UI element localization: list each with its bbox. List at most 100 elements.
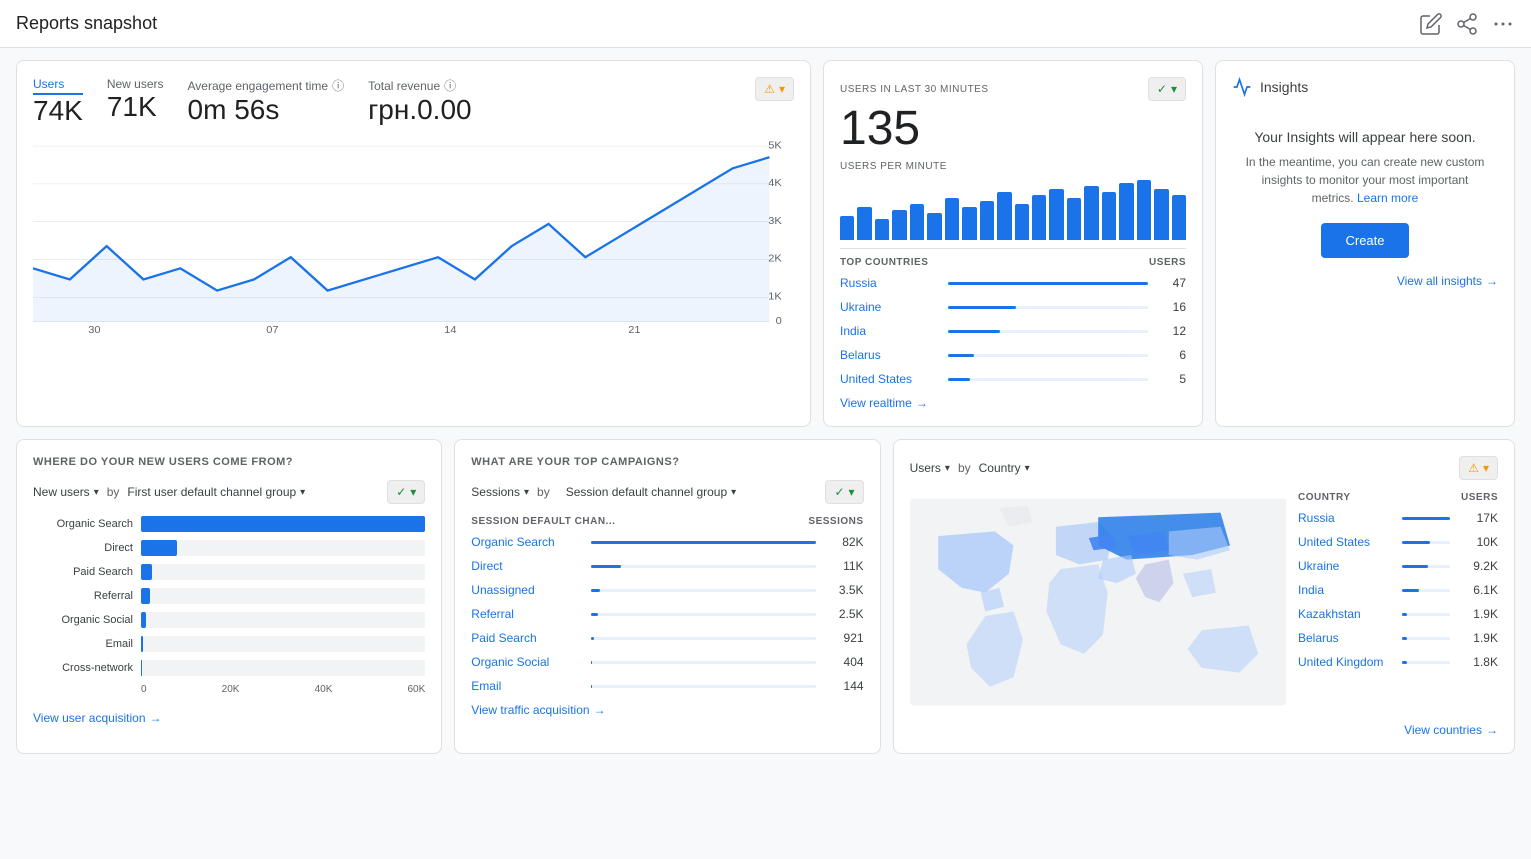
realtime-status-btn[interactable]: ✓ ▾ xyxy=(1148,77,1186,101)
dropdown-arrow-4: ▾ xyxy=(1483,461,1489,475)
session-referral-label[interactable]: Referral xyxy=(471,607,583,621)
india-bar-bg xyxy=(948,330,1148,333)
bar-6 xyxy=(927,213,941,240)
email-label: Email xyxy=(33,638,133,650)
country-group-filter[interactable]: Country ▾ xyxy=(979,461,1030,475)
dropdown-arrow: ▾ xyxy=(779,82,785,96)
line-chart-svg: 5K 4K 3K 2K 1K 0 xyxy=(33,135,794,335)
main-content: Users 74K New users 71K Average engageme… xyxy=(0,48,1531,766)
cl-india[interactable]: India xyxy=(1298,583,1394,597)
svg-text:2K: 2K xyxy=(768,253,781,264)
s-unassigned-value: 3.5K xyxy=(824,583,864,597)
view-realtime-link[interactable]: View realtime → xyxy=(840,396,1186,410)
users-chevron-icon: ▾ xyxy=(945,463,950,474)
realtime-header: USERS IN LAST 30 MINUTES ✓ ▾ xyxy=(840,77,1186,101)
sessions-filter[interactable]: Sessions ▾ xyxy=(471,485,529,499)
country-india[interactable]: India xyxy=(840,324,940,338)
channel-group-filter[interactable]: First user default channel group ▾ xyxy=(127,485,305,499)
paid-search-fill xyxy=(141,564,152,580)
create-button[interactable]: Create xyxy=(1321,223,1408,258)
insights-title: Insights xyxy=(1260,79,1308,95)
country-row-us: United States 5 xyxy=(840,372,1186,386)
country-russia[interactable]: Russia xyxy=(840,276,940,290)
cl-row-uk: United Kingdom 1.8K xyxy=(1298,655,1498,669)
campaigns-status-btn[interactable]: ✓ ▾ xyxy=(825,480,863,504)
referral-track xyxy=(141,588,425,604)
bottom-row: WHERE DO YOUR NEW USERS COME FROM? New u… xyxy=(16,439,1515,754)
session-paid-search: Paid Search 921 xyxy=(471,631,863,645)
engagement-label[interactable]: Average engagement time ⓘ xyxy=(188,77,345,94)
cl-russia[interactable]: Russia xyxy=(1298,511,1394,525)
bar-cross-network: Cross-network xyxy=(33,660,425,676)
organic-social-track xyxy=(141,612,425,628)
world-map-svg xyxy=(910,492,1286,712)
acquisition-status-btn[interactable]: ✓ ▾ xyxy=(387,480,425,504)
session-email: Email 144 xyxy=(471,679,863,693)
session-direct: Direct 11K xyxy=(471,559,863,573)
view-countries-link[interactable]: View countries → xyxy=(910,723,1498,737)
new-users-value: 71K xyxy=(107,91,164,123)
more-icon[interactable] xyxy=(1491,12,1515,36)
check-icon-2: ✓ xyxy=(396,485,406,499)
session-email-label[interactable]: Email xyxy=(471,679,583,693)
bar-5 xyxy=(910,204,924,240)
revenue-info-icon[interactable]: ⓘ xyxy=(444,77,456,94)
cross-network-track xyxy=(141,660,425,676)
russia-value: 47 xyxy=(1156,276,1186,290)
cl-us[interactable]: United States xyxy=(1298,535,1394,549)
svg-text:May: May xyxy=(262,334,284,335)
engagement-info-icon[interactable]: ⓘ xyxy=(332,77,344,94)
share-icon[interactable] xyxy=(1455,12,1479,36)
bar-11 xyxy=(1015,204,1029,240)
view-all-insights-link[interactable]: View all insights → xyxy=(1232,274,1498,288)
users-col-label: USERS xyxy=(1149,257,1186,268)
users-label[interactable]: Users xyxy=(33,77,83,95)
warning-icon-2: ⚠ xyxy=(1468,461,1479,475)
s-direct-value: 11K xyxy=(824,559,864,573)
cl-row-kazakhstan: Kazakhstan 1.9K xyxy=(1298,607,1498,621)
session-paid-search-label[interactable]: Paid Search xyxy=(471,631,583,645)
cl-belarus[interactable]: Belarus xyxy=(1298,631,1394,645)
axis-60k: 60K xyxy=(407,684,425,695)
bar-16 xyxy=(1102,192,1116,240)
check-icon-3: ✓ xyxy=(834,485,844,499)
countries-status-btn[interactable]: ⚠ ▾ xyxy=(1459,456,1498,480)
country-row-russia: Russia 47 xyxy=(840,276,1186,290)
session-unassigned-label[interactable]: Unassigned xyxy=(471,583,583,597)
view-traffic-acquisition-link[interactable]: View traffic acquisition → xyxy=(471,703,863,717)
cl-ukraine[interactable]: Ukraine xyxy=(1298,559,1394,573)
cl-kazakhstan[interactable]: Kazakhstan xyxy=(1298,607,1394,621)
realtime-title: USERS IN LAST 30 MINUTES xyxy=(840,84,989,95)
page-title: Reports snapshot xyxy=(16,13,157,34)
learn-more-link[interactable]: Learn more xyxy=(1357,191,1418,205)
view-user-acquisition-link[interactable]: View user acquisition → xyxy=(33,711,425,725)
new-users-filter[interactable]: New users ▾ xyxy=(33,485,99,499)
new-users-label[interactable]: New users xyxy=(107,77,164,91)
session-organic-social-label[interactable]: Organic Social xyxy=(471,655,583,669)
s-unassigned-bar-bg xyxy=(591,589,815,592)
paid-search-label: Paid Search xyxy=(33,566,133,578)
organic-search-label: Organic Search xyxy=(33,518,133,530)
svg-text:14: 14 xyxy=(444,324,456,335)
referral-fill xyxy=(141,588,150,604)
bar-2 xyxy=(857,207,871,240)
dropdown-arrow-2: ▾ xyxy=(410,485,416,499)
revenue-label[interactable]: Total revenue ⓘ xyxy=(368,77,472,94)
warning-icon: ⚠ xyxy=(764,82,775,96)
users-per-minute-chart xyxy=(840,180,1186,240)
cl-row-belarus: Belarus 1.9K xyxy=(1298,631,1498,645)
users-status-btn[interactable]: ⚠ ▾ xyxy=(755,77,794,101)
session-direct-label[interactable]: Direct xyxy=(471,559,583,573)
check-icon: ✓ xyxy=(1157,82,1167,96)
direct-fill xyxy=(141,540,177,556)
session-channel-filter[interactable]: Session default channel group ▾ xyxy=(566,485,736,499)
users-country-filter[interactable]: Users ▾ xyxy=(910,461,950,475)
session-organic-search-label[interactable]: Organic Search xyxy=(471,535,583,549)
country-ukraine[interactable]: Ukraine xyxy=(840,300,940,314)
country-us[interactable]: United States xyxy=(840,372,940,386)
country-belarus[interactable]: Belarus xyxy=(840,348,940,362)
edit-icon[interactable] xyxy=(1419,12,1443,36)
metric-revenue: Total revenue ⓘ грн.0.00 xyxy=(368,77,472,127)
country-chevron-icon: ▾ xyxy=(1025,463,1030,474)
cl-uk[interactable]: United Kingdom xyxy=(1298,655,1394,669)
